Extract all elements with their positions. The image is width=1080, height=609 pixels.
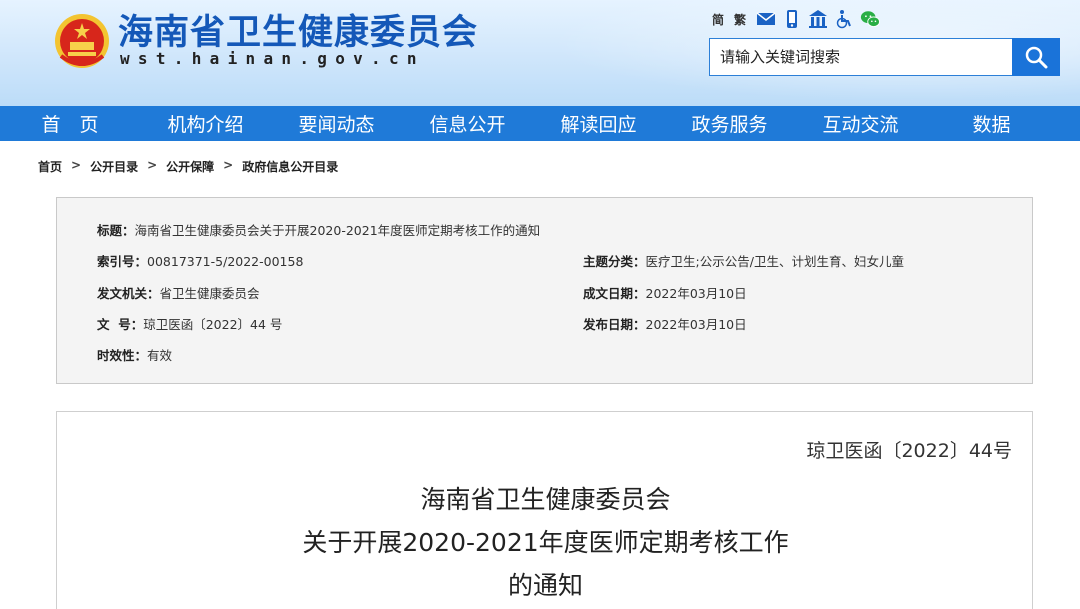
meta-docno-value: 琼卫医函〔2022〕44 号 <box>143 317 283 332</box>
meta-topic-label: 主题分类： <box>583 254 646 269</box>
document-number: 琼卫医函〔2022〕44号 <box>806 440 1012 462</box>
meta-docno: 文 号：琼卫医函〔2022〕44 号 <box>97 314 282 333</box>
document-title-line-2: 关于开展2020-2021年度医师定期考核工作 <box>302 528 789 557</box>
meta-topic: 主题分类：医疗卫生;公示公告/卫生、计划生育、妇女儿童 <box>583 251 904 270</box>
main-nav: 首 页 机构介绍 要闻动态 信息公开 解读回应 政务服务 互动交流 数据 <box>0 106 1080 141</box>
nav-services[interactable]: 政务服务 <box>664 106 795 141</box>
nav-disclosure[interactable]: 信息公开 <box>402 106 533 141</box>
document-body: 琼卫医函〔2022〕44号 海南省卫生健康委员会 关于开展2020-2021年度… <box>56 411 1033 609</box>
document-title-line-1: 海南省卫生健康委员会 <box>420 485 671 514</box>
meta-title: 标题：海南省卫生健康委员会关于开展2020-2021年度医师定期考核工作的通知 <box>97 220 540 239</box>
meta-index-value: 00817371-5/2022-00158 <box>147 254 304 269</box>
traditional-chinese-link[interactable]: 繁 <box>734 11 746 28</box>
meta-created-value: 2022年03月10日 <box>645 286 747 301</box>
top-links: 简 繁 <box>712 8 881 30</box>
national-emblem-icon[interactable] <box>53 12 111 70</box>
meta-published: 发布日期：2022年03月10日 <box>583 314 747 333</box>
site-title[interactable]: 海南省卫生健康委员会 <box>118 4 478 55</box>
document-title-line-3: 的通知 <box>507 571 583 600</box>
nav-home[interactable]: 首 页 <box>0 106 140 141</box>
meta-docno-label: 文 号： <box>97 317 144 332</box>
nav-interaction[interactable]: 互动交流 <box>795 106 926 141</box>
nav-about[interactable]: 机构介绍 <box>140 106 271 141</box>
simplified-chinese-link[interactable]: 简 <box>712 11 724 28</box>
mail-icon[interactable] <box>756 9 776 29</box>
nav-data[interactable]: 数据 <box>926 106 1057 141</box>
meta-title-value: 海南省卫生健康委员会关于开展2020-2021年度医师定期考核工作的通知 <box>134 223 541 238</box>
meta-index: 索引号：00817371-5/2022-00158 <box>97 251 303 270</box>
meta-published-value: 2022年03月10日 <box>645 317 747 332</box>
meta-issuer: 发文机关：省卫生健康委员会 <box>97 283 260 302</box>
meta-topic-value: 医疗卫生;公示公告/卫生、计划生育、妇女儿童 <box>645 254 904 269</box>
meta-created-label: 成文日期： <box>583 286 646 301</box>
meta-validity: 时效性：有效 <box>97 345 172 364</box>
meta-published-label: 发布日期： <box>583 317 646 332</box>
search-icon <box>1025 46 1048 69</box>
meta-validity-label: 时效性： <box>97 348 148 363</box>
meta-issuer-label: 发文机关： <box>97 286 160 301</box>
breadcrumb-separator: > <box>71 158 82 172</box>
breadcrumb: 首页 > 公开目录 > 公开保障 > 政府信息公开目录 <box>38 158 338 175</box>
wheelchair-icon[interactable] <box>834 9 854 29</box>
wechat-icon[interactable] <box>860 9 881 29</box>
meta-issuer-value: 省卫生健康委员会 <box>159 286 260 301</box>
search-input[interactable] <box>709 38 1012 76</box>
accessibility-building-icon[interactable] <box>808 9 828 29</box>
meta-created: 成文日期：2022年03月10日 <box>583 283 747 302</box>
mobile-icon[interactable] <box>782 9 802 29</box>
meta-validity-value: 有效 <box>147 348 173 363</box>
breadcrumb-separator: > <box>223 158 234 172</box>
breadcrumb-home[interactable]: 首页 <box>38 158 62 175</box>
meta-title-label: 标题： <box>97 223 135 238</box>
nav-news[interactable]: 要闻动态 <box>271 106 402 141</box>
site-domain: wst.hainan.gov.cn <box>120 49 425 68</box>
nav-interpretation[interactable]: 解读回应 <box>533 106 664 141</box>
site-header: 海南省卫生健康委员会 wst.hainan.gov.cn 简 繁 <box>0 0 1080 106</box>
breadcrumb-catalog[interactable]: 政府信息公开目录 <box>242 158 338 175</box>
document-meta-box: 标题：海南省卫生健康委员会关于开展2020-2021年度医师定期考核工作的通知 … <box>56 197 1033 384</box>
breadcrumb-separator: > <box>147 158 158 172</box>
search-button[interactable] <box>1012 38 1060 76</box>
breadcrumb-directory[interactable]: 公开目录 <box>90 158 138 175</box>
breadcrumb-guarantee[interactable]: 公开保障 <box>166 158 214 175</box>
meta-index-label: 索引号： <box>97 254 148 269</box>
